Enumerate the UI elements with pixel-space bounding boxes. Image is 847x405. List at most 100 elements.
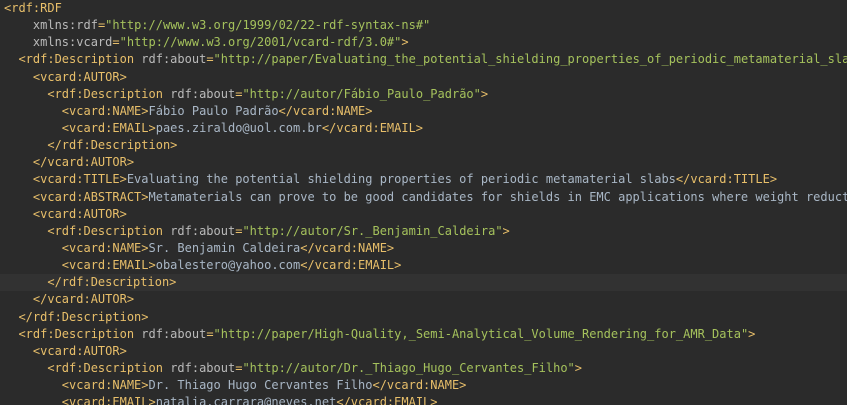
xml-tag-token: <vcard:AUTOR>	[32, 69, 127, 84]
xml-tag-token: =	[206, 52, 214, 67]
code-line[interactable]: <vcard:EMAIL>natalia.carrara@neves.net</…	[0, 394, 847, 405]
code-line[interactable]: <rdf:Description rdf:about="http://paper…	[0, 51, 847, 68]
xml-tag-token: </vcard:AUTOR>	[32, 292, 135, 307]
xml-attribute-token: xmlns:rdf	[32, 18, 98, 33]
xml-tag-token: <vcard:NAME>	[61, 103, 149, 118]
xml-tag-token: </vcard:AUTOR>	[32, 155, 135, 170]
xml-tag-token: <rdf:RDF	[4, 1, 62, 15]
code-line[interactable]: </vcard:AUTOR>	[0, 291, 847, 308]
code-line[interactable]: <vcard:AUTOR>	[0, 206, 847, 223]
xml-text-token: obalestero@yahoo.com	[155, 258, 301, 273]
xml-attribute-token: rdf:about	[170, 360, 236, 375]
code-line[interactable]: <rdf:Description rdf:about="http://autor…	[0, 86, 847, 103]
code-line[interactable]: <vcard:NAME>Fábio Paulo Padrão</vcard:NA…	[0, 103, 847, 120]
code-line[interactable]: </rdf:Description>	[0, 309, 847, 326]
code-line[interactable]: <rdf:Description rdf:about="http://autor…	[0, 223, 847, 240]
xml-tag-token: =	[206, 326, 214, 341]
code-line[interactable]: </rdf:Description>	[0, 274, 847, 292]
xml-tag-token: <rdf:Description	[18, 326, 142, 341]
xml-attribute-token: rdf:about	[141, 326, 207, 341]
xml-tag-token: >	[502, 223, 510, 238]
xml-tag-token: >	[574, 360, 583, 375]
code-line[interactable]: </rdf:Description>	[0, 137, 847, 154]
xml-tag-token: </vcard:NAME>	[278, 103, 373, 118]
xml-text-token: Dr. Thiago Hugo Cervantes Filho	[148, 378, 373, 393]
xml-text-token: paes.ziraldo@uol.com.br	[155, 120, 322, 135]
xml-tag-token: >	[748, 326, 756, 341]
xml-tag-token: <vcard:AUTOR>	[32, 206, 127, 221]
code-line[interactable]: <vcard:NAME>Dr. Thiago Hugo Cervantes Fi…	[0, 377, 847, 394]
xml-value-token: "http://autor/Dr._Thiago_Hugo_Cervantes_…	[242, 360, 575, 375]
code-line[interactable]: <vcard:ABSTRACT>Metamaterials can prove …	[0, 189, 847, 206]
xml-tag-token: ription>	[118, 275, 177, 290]
code-line[interactable]: <vcard:EMAIL>obalestero@yahoo.com</vcard…	[0, 257, 847, 274]
code-line[interactable]: <vcard:NAME>Sr. Benjamin Caldeira</vcard…	[0, 240, 847, 257]
xml-tag-token: <vcard:ABSTRACT>	[32, 189, 149, 204]
xml-tag-token: </vcard:NAME>	[372, 378, 467, 393]
xml-tag-token: <vcard:EMAIL>	[61, 395, 156, 405]
xml-tag-token: <vcard:EMAIL>	[61, 258, 156, 273]
xml-tag-token: </vcard:EMAIL>	[336, 395, 438, 405]
xml-attribute-token: rdf:about	[170, 86, 236, 101]
code-line[interactable]: <vcard:EMAIL>paes.ziraldo@uol.com.br</vc…	[0, 120, 847, 137]
xml-tag-token: </vcard:EMAIL>	[321, 120, 424, 135]
code-line[interactable]: <rdf:RDF	[0, 0, 847, 17]
xml-tag-token: >	[480, 86, 489, 101]
code-line[interactable]: <rdf:Description rdf:about="http://autor…	[0, 360, 847, 377]
xml-tag-token: <vcard:EMAIL>	[61, 120, 156, 135]
xml-tag-token: =	[112, 35, 120, 50]
xml-tag-token: >	[401, 35, 409, 50]
code-editor[interactable]: <rdf:RDF xmlns:rdf="http://www.w3.org/19…	[0, 0, 847, 405]
xml-tag-token: <vcard:NAME>	[61, 378, 149, 393]
code-line[interactable]: <rdf:Description rdf:about="http://paper…	[0, 326, 847, 343]
xml-tag-token: </vcard:NAME>	[300, 240, 395, 255]
xml-value-token: "http://paper/Evaluating_the_potential_s…	[213, 52, 847, 67]
code-line[interactable]: <vcard:AUTOR>	[0, 69, 847, 86]
xml-tag-token: <rdf:Description	[18, 52, 142, 67]
xml-value-token: "http://autor/Sr._Benjamin_Caldeira"	[242, 223, 503, 238]
xml-tag-token: <vcard:AUTOR>	[32, 343, 127, 358]
code-line[interactable]: <vcard:TITLE>Evaluating the potential sh…	[0, 171, 847, 188]
xml-value-token: "http://paper/High-Quality,_Semi-Analyti…	[213, 326, 749, 341]
xml-attribute-token: rdf:about	[141, 52, 207, 67]
xml-text-token: natalia.carrara@neves.net	[155, 395, 337, 405]
xml-attribute-token: xmlns:vcard	[32, 35, 113, 50]
xml-text-token: Metamaterials can prove to be good candi…	[148, 189, 847, 204]
code-line[interactable]: xmlns:vcard="http://www.w3.org/2001/vcar…	[0, 34, 847, 51]
code-line[interactable]: xmlns:rdf="http://www.w3.org/1999/02/22-…	[0, 17, 847, 34]
xml-tag-token: </rdf:Description>	[47, 138, 178, 153]
xml-text-token: Evaluating the potential shielding prope…	[126, 172, 676, 187]
xml-tag-token: <rdf:Description	[47, 86, 171, 101]
xml-tag-token: <rdf:Description	[47, 223, 171, 238]
xml-value-token: "http://www.w3.org/2001/vcard-rdf/3.0#"	[119, 35, 402, 50]
xml-tag-token: </rdf:Desc	[47, 275, 120, 290]
code-line[interactable]: <vcard:AUTOR>	[0, 343, 847, 360]
xml-tag-token: <vcard:TITLE>	[32, 172, 127, 187]
xml-text-token: Sr. Benjamin Caldeira	[148, 240, 301, 255]
xml-text-token: Fábio Paulo Padrão	[148, 103, 279, 118]
code-line[interactable]: </vcard:AUTOR>	[0, 154, 847, 171]
xml-value-token: "http://autor/Fábio_Paulo_Padrão"	[242, 86, 481, 101]
xml-tag-token: </rdf:Description>	[18, 309, 149, 324]
